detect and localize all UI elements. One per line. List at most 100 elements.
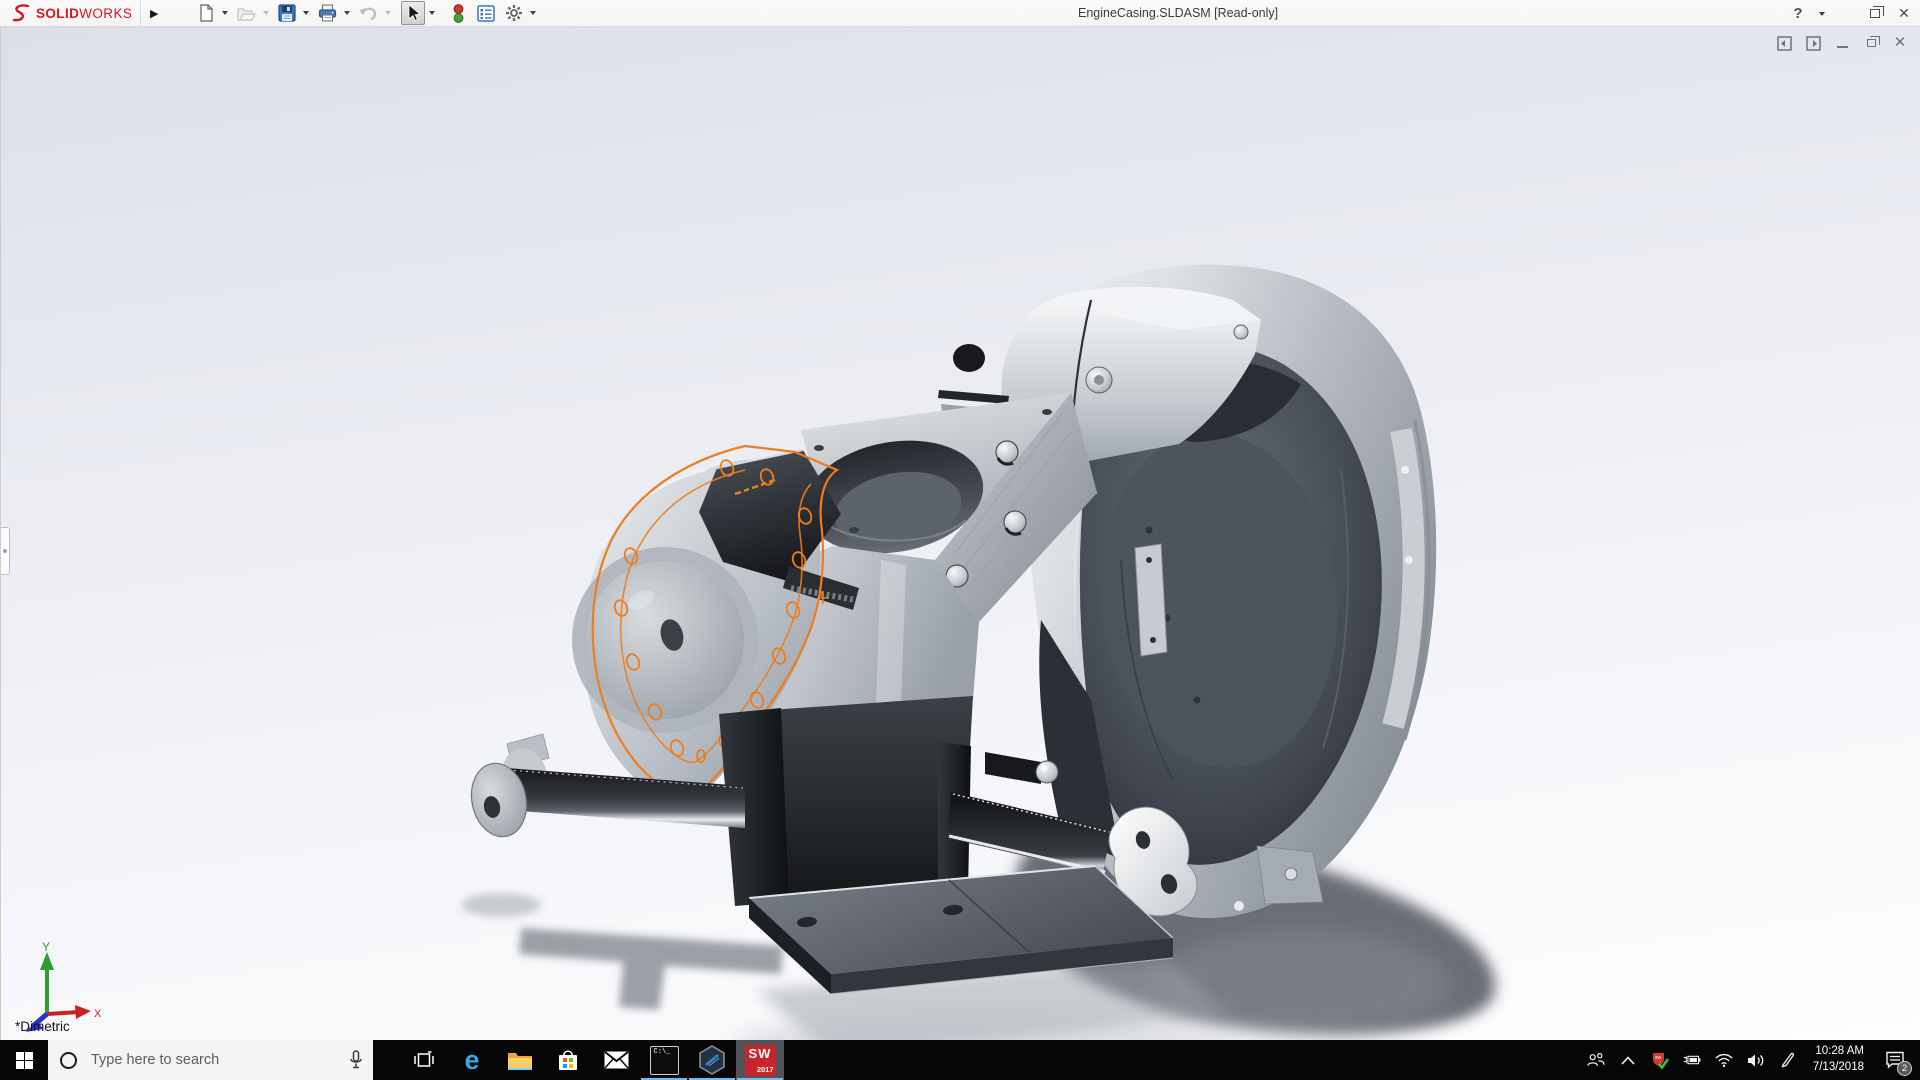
windows-taskbar: Type here to search e C:\_ SW 2017 sw 10… (0, 1040, 1920, 1080)
start-button[interactable] (0, 1040, 48, 1080)
solidworks-icon-label: SW (748, 1045, 772, 1061)
close-button[interactable]: ✕ (1896, 0, 1912, 27)
solidworks-app-icon: SW 2017 (744, 1044, 776, 1076)
print-dropdown-caret[interactable] (344, 11, 351, 15)
window-controls: ? ✕ (1790, 0, 1912, 27)
pen-button[interactable] (1779, 1040, 1797, 1080)
solidworks-icon-year: 2017 (756, 1064, 774, 1074)
new-document-icon (200, 4, 213, 22)
pane-right-button[interactable] (1805, 35, 1821, 51)
document-window-controls: ✕ (1776, 35, 1908, 51)
solidworks-monitor-icon: sw (1652, 1052, 1669, 1070)
chevron-up-icon (1621, 1055, 1635, 1065)
hexagon-app-icon (699, 1045, 725, 1075)
doc-restore-icon (1866, 36, 1880, 47)
store-button[interactable] (544, 1040, 592, 1080)
titlebar: SOLIDWORKS ▶ EngineCasing.SLDASM [Read-o… (0, 0, 1920, 27)
battery-charging-icon (1683, 1055, 1701, 1065)
view-orientation-label: *Dimetric (15, 1019, 70, 1034)
pane-left-icon (1776, 35, 1792, 51)
solidworks-logo: SOLIDWORKS (0, 0, 142, 27)
menu-flyout-arrow-icon[interactable]: ▶ (145, 2, 163, 24)
battery-button[interactable] (1683, 1040, 1701, 1080)
triad-y-label: Y (42, 942, 50, 954)
solidworks-window: SOLIDWORKS ▶ EngineCasing.SLDASM [Read-o… (0, 0, 1920, 1080)
open-dropdown-caret[interactable] (263, 11, 270, 15)
open-folder-icon (237, 7, 257, 21)
people-button[interactable] (1587, 1040, 1605, 1080)
save-dropdown-caret[interactable] (303, 11, 310, 15)
brand-text: SOLIDWORKS (36, 6, 132, 21)
window-title: EngineCasing.SLDASM [Read-only] (1078, 6, 1279, 20)
options-gear-icon (506, 5, 523, 21)
doc-close-button[interactable]: ✕ (1892, 35, 1908, 51)
wifi-button[interactable] (1715, 1040, 1733, 1080)
hexagon-app-button[interactable] (688, 1040, 736, 1080)
panel-splitter-tab[interactable] (1, 527, 10, 575)
model-3d-view[interactable] (1, 27, 1920, 1040)
file-explorer-icon (508, 1052, 532, 1070)
new-dropdown-caret[interactable] (222, 11, 229, 15)
store-icon (559, 1050, 577, 1070)
solidworks-app-button[interactable]: SW 2017 (736, 1040, 784, 1080)
system-tray: sw 10:28 AM 7/13/2018 2 (1587, 1040, 1920, 1080)
restore-button[interactable] (1867, 0, 1884, 27)
graphics-viewport[interactable]: ✕ Y X *Dimetric (0, 27, 1920, 1040)
triad-x-label: X (94, 1008, 102, 1020)
pane-left-button[interactable] (1776, 35, 1792, 51)
solidworks-swoosh-icon (12, 4, 30, 22)
speaker-icon (1747, 1054, 1764, 1066)
taskbar-clock[interactable]: 10:28 AM 7/13/2018 (1811, 1044, 1866, 1075)
rebuild-button[interactable] (449, 2, 468, 25)
cortana-icon (60, 1051, 77, 1069)
save-button[interactable] (275, 2, 299, 25)
pen-icon (1781, 1052, 1794, 1068)
file-explorer-button[interactable] (496, 1040, 544, 1080)
edge-icon: e (464, 1044, 480, 1075)
options-button[interactable] (502, 2, 526, 25)
help-button[interactable]: ? (1790, 0, 1806, 27)
command-prompt-icon: C:\_ (649, 1045, 679, 1075)
brand-light: WORKS (79, 5, 133, 21)
brand-bold: SOLID (36, 5, 80, 21)
doc-minimize-icon (1836, 45, 1848, 48)
volume-button[interactable] (1747, 1040, 1765, 1080)
doc-restore-button[interactable] (1863, 35, 1880, 51)
task-view-button[interactable] (400, 1040, 448, 1080)
search-placeholder: Type here to search (91, 1052, 220, 1068)
undo-button[interactable] (356, 2, 381, 25)
select-cursor-icon (408, 4, 422, 22)
notification-badge: 2 (1897, 1061, 1912, 1076)
doc-minimize-button[interactable] (1834, 35, 1850, 51)
file-properties-button[interactable] (474, 2, 498, 25)
quick-access-toolbar (195, 0, 542, 27)
select-dropdown-caret[interactable] (429, 11, 436, 15)
options-dropdown-caret[interactable] (530, 11, 537, 15)
undo-dropdown-caret[interactable] (385, 11, 392, 15)
print-button[interactable] (315, 2, 340, 25)
save-icon (278, 4, 296, 22)
mail-icon (603, 1051, 629, 1069)
solidworks-monitor-button[interactable]: sw (1651, 1040, 1669, 1080)
microphone-icon[interactable] (349, 1050, 363, 1070)
splitter-grip-icon (3, 549, 7, 553)
help-dropdown-caret[interactable] (1819, 11, 1825, 16)
open-button[interactable] (234, 2, 259, 25)
clock-date: 7/13/2018 (1812, 1061, 1864, 1073)
windows-logo-icon (15, 1051, 33, 1069)
new-document-button[interactable] (195, 2, 218, 25)
select-tool-button[interactable] (401, 1, 426, 25)
people-icon (1587, 1053, 1605, 1066)
task-view-icon (414, 1051, 434, 1067)
print-icon (319, 4, 337, 22)
edge-button[interactable]: e (448, 1040, 496, 1080)
taskbar-search[interactable]: Type here to search (48, 1040, 373, 1080)
hidden-icons-button[interactable] (1619, 1040, 1637, 1080)
mail-button[interactable] (592, 1040, 640, 1080)
undo-icon (359, 7, 377, 21)
command-prompt-button[interactable]: C:\_ (640, 1040, 688, 1080)
taskbar-apps: e C:\_ SW 2017 (400, 1040, 784, 1080)
wifi-icon (1715, 1053, 1733, 1067)
action-center-button[interactable]: 2 (1880, 1040, 1912, 1080)
restore-icon (1870, 6, 1884, 18)
